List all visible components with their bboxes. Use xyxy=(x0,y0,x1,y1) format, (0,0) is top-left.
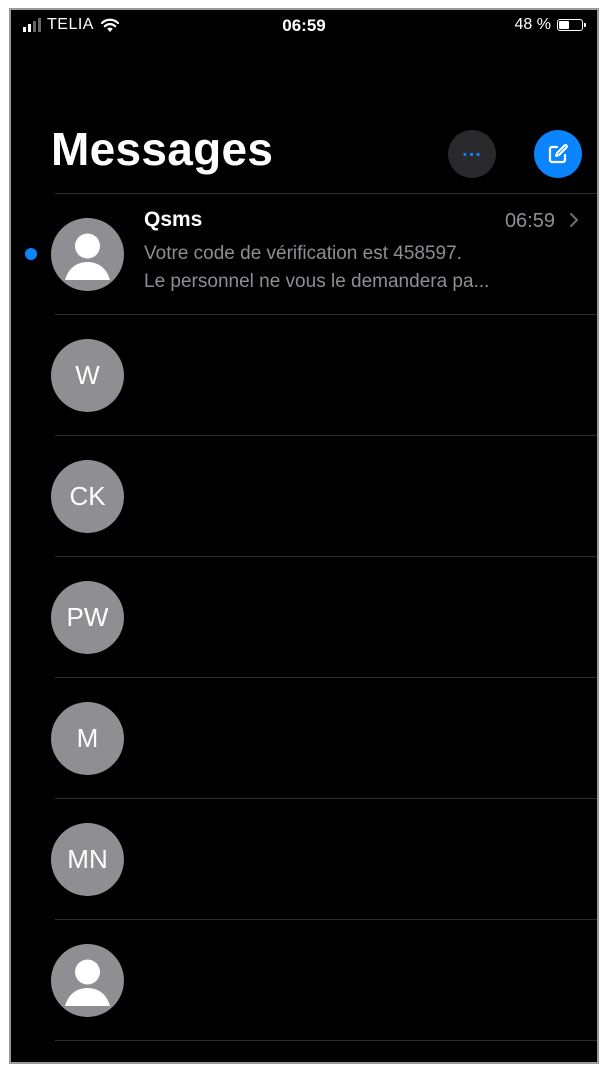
conversation-list: Qsms 06:59 Votre code de vérification est … xyxy=(11,193,597,1041)
battery-icon xyxy=(557,19,586,31)
person-icon xyxy=(65,233,110,280)
more-options-button[interactable]: ... xyxy=(448,130,496,178)
ellipsis-icon: ... xyxy=(462,138,482,161)
conversation-row[interactable]: MN xyxy=(11,799,597,919)
avatar: W xyxy=(51,339,124,412)
avatar-initials: CK xyxy=(69,481,106,511)
conversation-row[interactable]: CK xyxy=(11,436,597,556)
battery-percent: 48 % xyxy=(514,16,551,33)
status-time: 06:59 xyxy=(282,16,326,35)
page-title: Messages xyxy=(51,123,274,175)
unread-indicator xyxy=(25,248,37,260)
conversation-row[interactable]: M xyxy=(11,678,597,798)
compose-icon xyxy=(548,144,568,164)
conversation-row[interactable]: Qsms 06:59 Votre code de vérification est … xyxy=(11,194,597,314)
avatar xyxy=(51,218,124,291)
phone-screen: TELIA 06:59 48 % Messages ... Qsms 06:59 V… xyxy=(9,8,599,1064)
status-bar: TELIA 06:59 48 % xyxy=(11,10,597,44)
preview-line-1: Votre code de vérification est 458597. xyxy=(144,243,462,264)
conversation-row[interactable] xyxy=(11,920,597,1040)
status-right: 48 % xyxy=(514,16,586,34)
row-separator xyxy=(55,1040,597,1041)
avatar-initials: MN xyxy=(67,844,108,874)
message-preview: Votre code de vérification est 458597. Le… xyxy=(144,240,564,296)
avatar xyxy=(51,944,124,1017)
compose-button[interactable] xyxy=(534,130,582,178)
avatar-initials: W xyxy=(75,360,100,390)
conversation-row[interactable]: PW xyxy=(11,557,597,677)
person-icon xyxy=(65,959,110,1006)
avatar: MN xyxy=(51,823,124,896)
message-time: 06:59 xyxy=(504,210,555,232)
sender-name: Qsms xyxy=(144,208,203,231)
conversation-row[interactable]: W xyxy=(11,315,597,435)
avatar: M xyxy=(51,702,124,775)
avatar: CK xyxy=(51,460,124,533)
avatar-initials: M xyxy=(76,723,99,753)
preview-line-2: Le personnel ne vous le demandera pa... xyxy=(144,271,490,292)
next-avatar-peek xyxy=(71,1060,111,1064)
chevron-right-icon xyxy=(569,212,579,233)
avatar-initials: PW xyxy=(66,602,109,632)
avatar: PW xyxy=(51,581,124,654)
